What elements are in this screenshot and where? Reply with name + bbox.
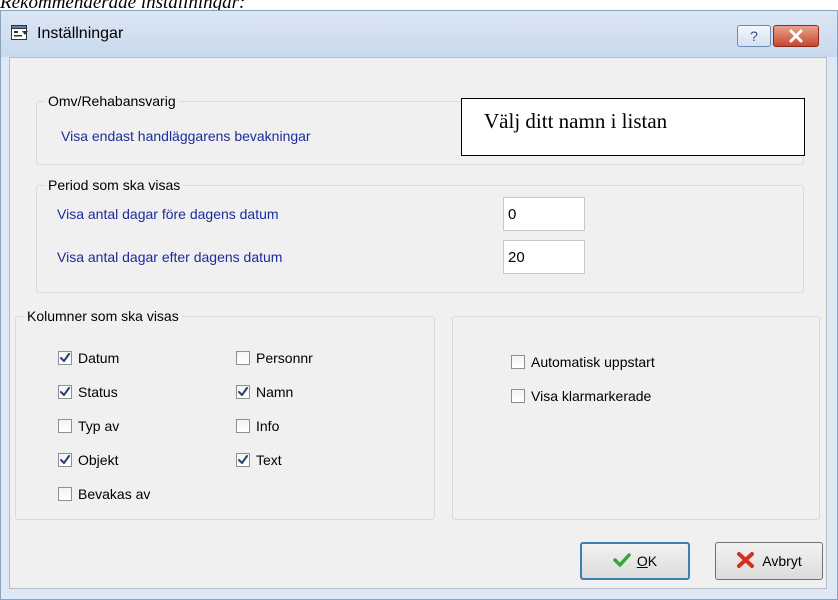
checkbox-label: Bevakas av <box>78 486 151 502</box>
checked-box-icon[interactable] <box>58 385 72 399</box>
ok-label-rest: K <box>647 553 658 569</box>
checkbox-bevakas-av[interactable]: Bevakas av <box>58 483 150 505</box>
days-before-label: Visa antal dagar före dagens datum <box>57 206 279 222</box>
checkbox-box[interactable] <box>511 355 525 369</box>
checkbox-label: Automatisk uppstart <box>531 354 655 370</box>
instruction-note: Välj ditt namn i listan <box>461 98 805 156</box>
checkbox-status[interactable]: Status <box>58 381 118 403</box>
days-after-input[interactable]: 20 <box>503 240 585 274</box>
close-button[interactable] <box>773 25 819 47</box>
settings-window-icon <box>11 25 29 41</box>
settings-dialog: Inställningar ? Omv/Rehabansvarig Visa e… <box>0 10 838 600</box>
checkbox-datum[interactable]: Datum <box>58 347 119 369</box>
close-icon <box>789 29 803 47</box>
responsible-legend: Omv/Rehabansvarig <box>45 93 179 109</box>
checkbox-box[interactable] <box>58 487 72 501</box>
checkbox-label: Datum <box>78 350 120 366</box>
options-group: Automatisk uppstart Visa klarmarkerade <box>452 316 820 520</box>
checkbox-box[interactable] <box>511 389 525 403</box>
checkbox-info[interactable]: Info <box>236 415 279 437</box>
days-after-label: Visa antal dagar efter dagens datum <box>57 249 283 265</box>
checkmark-icon <box>613 552 637 571</box>
checkbox-label: Text <box>256 452 282 468</box>
checkbox-visa-klarmarkerade[interactable]: Visa klarmarkerade <box>511 385 651 407</box>
help-button[interactable]: ? <box>737 25 771 47</box>
help-label: ? <box>750 28 758 44</box>
checkbox-automatisk-uppstart[interactable]: Automatisk uppstart <box>511 351 655 373</box>
checkbox-label: Personnr <box>256 350 313 366</box>
checkbox-label: Namn <box>256 384 294 400</box>
checkbox-box[interactable] <box>236 419 250 433</box>
cancel-x-icon <box>736 551 762 572</box>
checked-box-icon[interactable] <box>58 351 72 365</box>
checkbox-typ-av[interactable]: Typ av <box>58 415 119 437</box>
checkbox-label: Status <box>78 384 118 400</box>
columns-group: Kolumner som ska visas Datum Status Typ … <box>15 308 435 520</box>
checkbox-text[interactable]: Text <box>236 449 282 471</box>
checked-box-icon[interactable] <box>236 453 250 467</box>
ok-label-first: O <box>636 553 648 569</box>
ok-label: OK <box>637 553 657 569</box>
checkbox-namn[interactable]: Namn <box>236 381 293 403</box>
period-legend: Period som ska visas <box>45 177 184 193</box>
only-handler-label[interactable]: Visa endast handläggarens bevakningar <box>61 128 311 144</box>
window-title: Inställningar <box>37 25 124 42</box>
ok-button[interactable]: OK <box>580 542 690 580</box>
cancel-button[interactable]: Avbryt <box>715 542 823 580</box>
dialog-content: Omv/Rehabansvarig Visa endast handläggar… <box>9 57 827 589</box>
days-before-input[interactable]: 0 <box>503 197 585 231</box>
checkbox-personnr[interactable]: Personnr <box>236 347 313 369</box>
checkbox-label: Visa klarmarkerade <box>531 388 652 404</box>
checked-box-icon[interactable] <box>58 453 72 467</box>
period-group: Period som ska visas Visa antal dagar fö… <box>36 177 804 293</box>
columns-legend: Kolumner som ska visas <box>24 308 182 324</box>
title-bar: Inställningar ? <box>1 11 837 57</box>
checkbox-label: Objekt <box>78 452 119 468</box>
checked-box-icon[interactable] <box>236 385 250 399</box>
checkbox-objekt[interactable]: Objekt <box>58 449 118 471</box>
checkbox-label: Info <box>256 418 280 434</box>
checkbox-box[interactable] <box>236 351 250 365</box>
caption-text: Rekommenderade inställningar: <box>0 0 246 13</box>
checkbox-box[interactable] <box>58 419 72 433</box>
cancel-label: Avbryt <box>762 553 802 569</box>
checkbox-label: Typ av <box>78 418 120 434</box>
